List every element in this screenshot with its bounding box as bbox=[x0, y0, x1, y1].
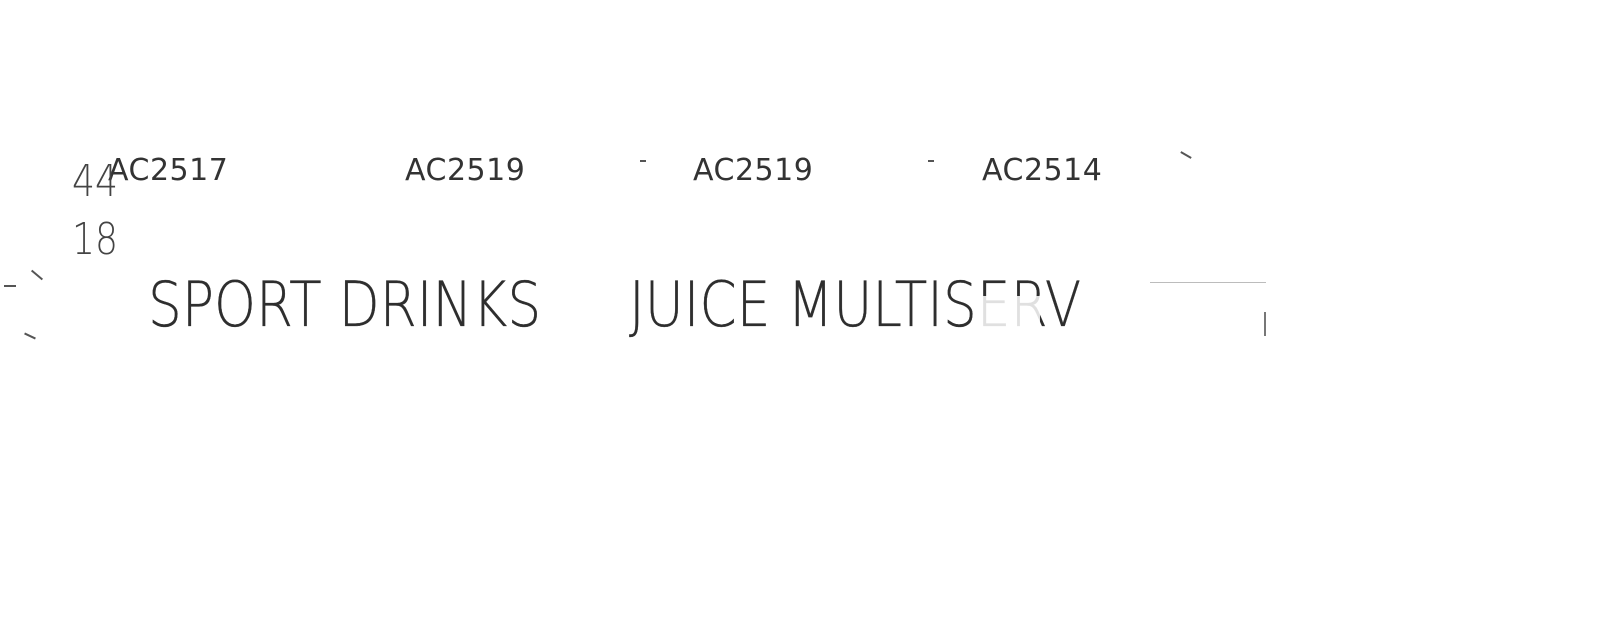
scan-artifact-mark bbox=[24, 332, 36, 340]
scan-artifact-mark bbox=[30, 269, 44, 281]
scan-artifact-mark bbox=[1180, 151, 1192, 159]
product-code-1: AC2517 bbox=[108, 153, 229, 188]
scan-artifact-mark bbox=[928, 160, 934, 162]
scan-smudge bbox=[980, 296, 1040, 336]
shelf-label-image: AC2517 AC2519 AC2519 AC2514 44 18 SPORT … bbox=[0, 0, 1620, 636]
crop-edge-line bbox=[1150, 282, 1266, 283]
category-label-sport-drinks: SPORT DRINKS bbox=[148, 268, 542, 341]
product-code-2: AC2519 bbox=[405, 153, 526, 188]
product-code-3: AC2519 bbox=[693, 153, 814, 188]
crop-edge-mark bbox=[1264, 312, 1266, 336]
aisle-number-bottom: 18 bbox=[72, 214, 118, 265]
product-code-4: AC2514 bbox=[982, 153, 1103, 188]
aisle-number-top: 44 bbox=[72, 156, 118, 207]
scan-artifact-mark bbox=[4, 285, 16, 287]
scan-artifact-mark bbox=[640, 160, 646, 162]
